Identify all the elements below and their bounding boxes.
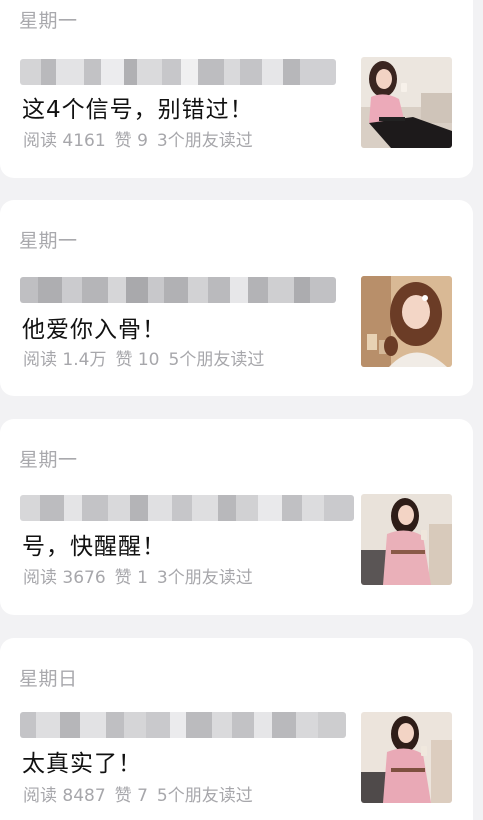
- article-thumbnail: [361, 57, 452, 148]
- article-stats: 阅读 4161 赞 9 3个朋友读过: [23, 126, 262, 151]
- article-thumbnail: [361, 276, 452, 367]
- blurred-subtitle: [20, 277, 336, 303]
- read-count: 阅读 3676: [23, 568, 106, 588]
- read-count: 阅读 1.4万: [23, 350, 107, 370]
- article-title: 他爱你入骨！: [22, 317, 166, 343]
- article-day: 星期一: [19, 449, 78, 471]
- article-day: 星期日: [19, 668, 78, 690]
- article-card[interactable]: 星期一 号，快醒醒！ 阅读 3676 赞 1 3个朋友读过: [0, 419, 473, 615]
- blurred-subtitle: [20, 59, 336, 85]
- article-thumbnail: [361, 494, 452, 585]
- article-feed: 星期一 这4个信号，别错过！ 阅读 4161 赞 9 3个朋友读过 星期一 他爱…: [0, 0, 483, 820]
- article-thumbnail: [361, 712, 452, 803]
- article-day: 星期一: [19, 230, 78, 252]
- blurred-subtitle: [20, 712, 346, 738]
- article-title: 这4个信号，别错过！: [22, 97, 254, 123]
- article-title: 太真实了！: [22, 751, 142, 777]
- article-stats: 阅读 8487 赞 7 5个朋友读过: [23, 781, 262, 806]
- article-card[interactable]: 星期一 他爱你入骨！ 阅读 1.4万赞 10 5个朋友读过: [0, 200, 473, 396]
- read-count: 阅读 8487: [23, 786, 106, 806]
- article-card[interactable]: 星期一 这4个信号，别错过！ 阅读 4161 赞 9 3个朋友读过: [0, 0, 473, 178]
- article-stats: 阅读 1.4万赞 10 5个朋友读过: [23, 345, 273, 370]
- like-count: 赞 9: [114, 131, 148, 151]
- woman-pink-dress-seated-image: [361, 712, 452, 803]
- woman-pink-dress-seated-image: [361, 494, 452, 585]
- like-count: 赞 7: [114, 786, 148, 806]
- blurred-subtitle: [20, 495, 354, 521]
- article-title: 号，快醒醒！: [22, 534, 166, 560]
- friends-read: 5个朋友读过: [156, 786, 253, 806]
- like-count: 赞 10: [115, 350, 160, 370]
- friends-read: 3个朋友读过: [156, 131, 253, 151]
- friends-read: 5个朋友读过: [168, 350, 265, 370]
- read-count: 阅读 4161: [23, 131, 106, 151]
- article-day: 星期一: [19, 10, 78, 32]
- woman-wavy-hair-portrait-image: [361, 276, 452, 367]
- article-card[interactable]: 星期日 太真实了！ 阅读 8487 赞 7 5个朋友读过: [0, 638, 473, 820]
- article-stats: 阅读 3676 赞 1 3个朋友读过: [23, 563, 262, 588]
- like-count: 赞 1: [114, 568, 148, 588]
- woman-pink-blouse-sofa-image: [361, 57, 452, 148]
- friends-read: 3个朋友读过: [156, 568, 253, 588]
